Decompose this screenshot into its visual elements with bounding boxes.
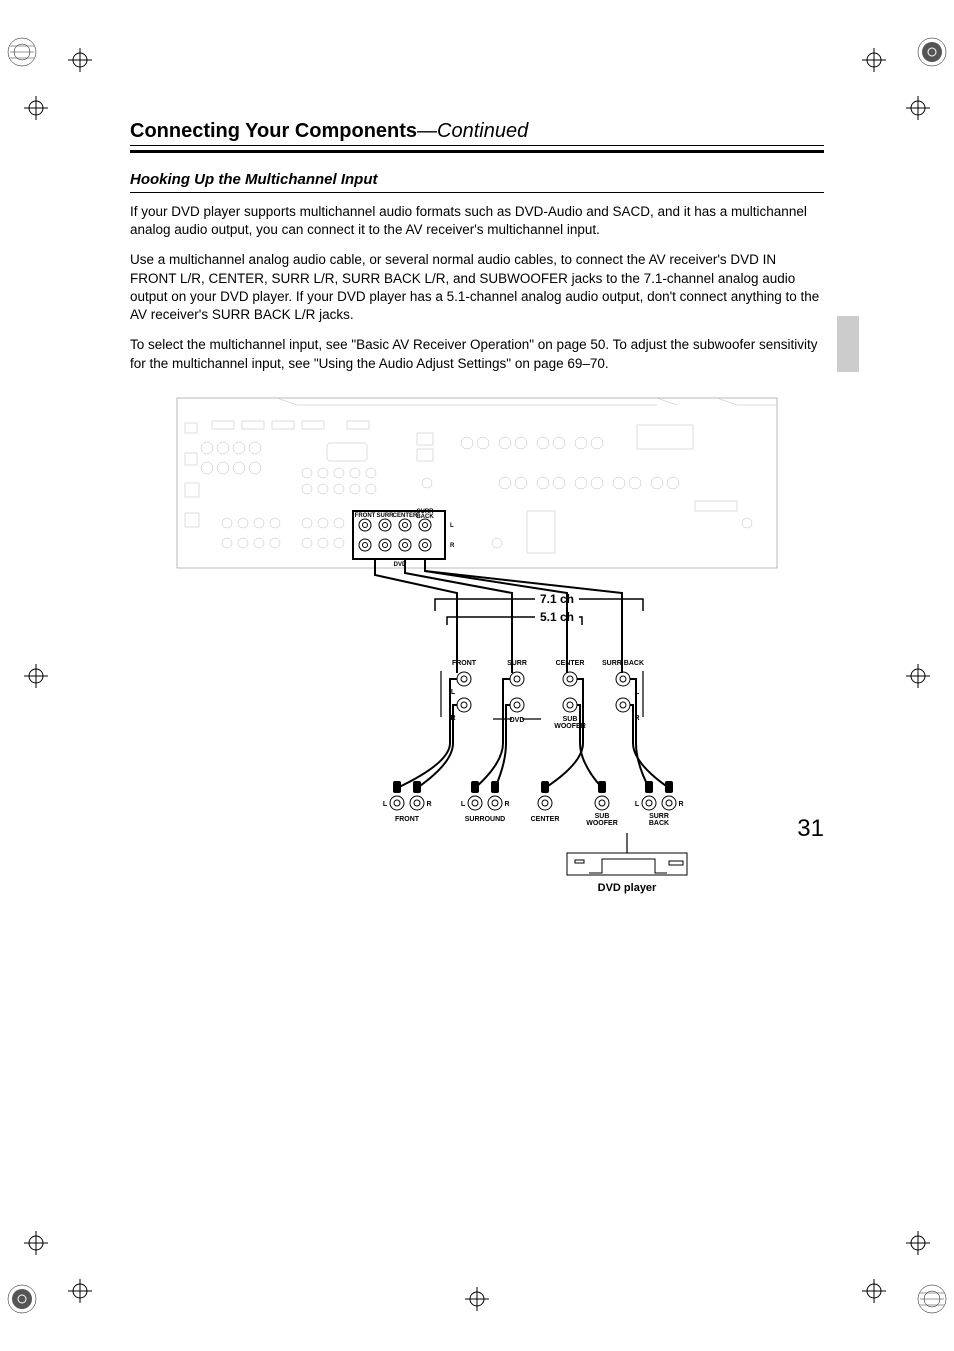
svg-text:SURROUND: SURROUND bbox=[465, 816, 505, 823]
registration-disc-icon bbox=[6, 36, 38, 68]
continued-label: —Continued bbox=[417, 120, 528, 142]
svg-text:SUB: SUB bbox=[595, 813, 610, 820]
crop-mark-icon bbox=[906, 96, 930, 120]
svg-text:CENTER: CENTER bbox=[531, 816, 560, 823]
svg-text:L: L bbox=[461, 801, 466, 808]
crop-mark-icon bbox=[24, 1231, 48, 1255]
svg-text:FRONT: FRONT bbox=[395, 816, 420, 823]
subsection-title: Hooking Up the Multichannel Input bbox=[130, 171, 824, 193]
svg-text:SUB: SUB bbox=[563, 716, 578, 723]
label-7-1-ch-b: 7.1 ch bbox=[540, 592, 574, 606]
svg-text:L: L bbox=[635, 801, 640, 808]
crop-mark-icon bbox=[465, 1287, 489, 1311]
crop-mark-icon bbox=[68, 48, 92, 72]
svg-text:SURR: SURR bbox=[507, 660, 527, 667]
body-paragraph-3: To select the multichannel input, see "B… bbox=[130, 336, 824, 372]
connection-diagram: FRONT SURR CENTER SURR BACK L R DVD 5.1 … bbox=[130, 393, 824, 933]
svg-text:WOOFER: WOOFER bbox=[586, 820, 618, 827]
svg-text:FRONT: FRONT bbox=[452, 660, 477, 667]
dvd-player-outputs: L R FRONT L R SURROUND CENTER SUB WOOFER… bbox=[383, 781, 684, 827]
receiver-dvd-in-block: FRONT SURR CENTER SURR BACK L R bbox=[441, 660, 644, 743]
body-paragraph-2: Use a multichannel analog audio cable, o… bbox=[130, 251, 824, 324]
svg-text:DVD player: DVD player bbox=[598, 882, 657, 894]
svg-text:R: R bbox=[678, 801, 683, 808]
svg-text:SURR: SURR bbox=[649, 813, 669, 820]
svg-text:SURR: SURR bbox=[376, 513, 394, 519]
crop-mark-icon bbox=[862, 48, 886, 72]
svg-text:R: R bbox=[450, 715, 455, 722]
svg-text:R: R bbox=[504, 801, 509, 808]
crop-mark-icon bbox=[862, 1279, 886, 1303]
svg-text:L: L bbox=[450, 523, 454, 529]
svg-text:BACK: BACK bbox=[649, 820, 669, 827]
svg-text:FRONT: FRONT bbox=[355, 513, 376, 519]
svg-text:DVD: DVD bbox=[510, 717, 525, 724]
body-paragraph-1: If your DVD player supports multichannel… bbox=[130, 203, 824, 239]
svg-text:CENTER: CENTER bbox=[393, 513, 418, 519]
svg-text:WOOFER: WOOFER bbox=[554, 723, 586, 730]
svg-text:SURR BACK: SURR BACK bbox=[602, 660, 644, 667]
svg-text:L: L bbox=[635, 689, 640, 696]
dvd-player-device: DVD player bbox=[567, 853, 687, 894]
svg-text:R: R bbox=[426, 801, 431, 808]
registration-disc-icon bbox=[916, 1283, 948, 1315]
svg-text:R: R bbox=[450, 543, 455, 549]
section-title: Connecting Your Components bbox=[130, 120, 417, 142]
label-5-1-ch-b: 5.1 ch bbox=[540, 610, 574, 624]
crop-mark-icon bbox=[24, 664, 48, 688]
svg-text:CENTER: CENTER bbox=[556, 660, 585, 667]
svg-text:L: L bbox=[451, 689, 456, 696]
svg-text:L: L bbox=[383, 801, 388, 808]
section-tab bbox=[837, 316, 859, 372]
svg-text:R: R bbox=[634, 715, 639, 722]
crop-mark-icon bbox=[24, 96, 48, 120]
registration-disc-icon bbox=[6, 1283, 38, 1315]
crop-mark-icon bbox=[68, 1279, 92, 1303]
page-number: 31 bbox=[797, 815, 824, 843]
section-header: Connecting Your Components—Continued bbox=[130, 120, 824, 153]
svg-text:BACK: BACK bbox=[416, 514, 434, 520]
registration-disc-icon bbox=[916, 36, 948, 68]
crop-mark-icon bbox=[906, 1231, 930, 1255]
crop-mark-icon bbox=[906, 664, 930, 688]
